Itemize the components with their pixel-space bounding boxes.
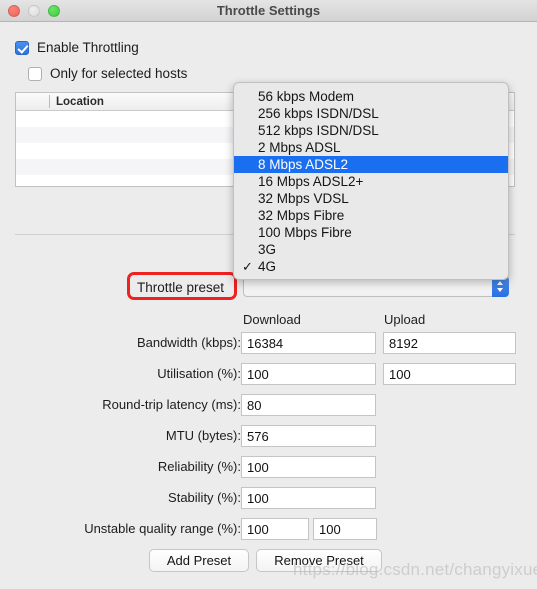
- only-selected-hosts-label: Only for selected hosts: [50, 66, 188, 81]
- checkbox-box-icon: [15, 40, 29, 55]
- preset-menu-item-label: 32 Mbps Fibre: [258, 208, 345, 223]
- latency-input[interactable]: [241, 394, 376, 416]
- preset-menu-item[interactable]: 512 kbps ISDN/DSL: [234, 122, 508, 139]
- preset-menu-item[interactable]: 256 kbps ISDN/DSL: [234, 105, 508, 122]
- mtu-input[interactable]: [241, 425, 376, 447]
- preset-menu-item-label: 100 Mbps Fibre: [258, 225, 352, 240]
- preset-menu-item-label: 8 Mbps ADSL2: [258, 157, 349, 172]
- window-title: Throttle Settings: [216, 3, 321, 18]
- column-header-upload: Upload: [384, 312, 426, 327]
- enable-throttling-label: Enable Throttling: [37, 40, 139, 55]
- preset-menu-item[interactable]: ✓ 4G: [234, 258, 508, 275]
- preset-menu-item[interactable]: 100 Mbps Fibre: [234, 224, 508, 241]
- utilisation-row: Utilisation (%):: [0, 363, 537, 387]
- utilisation-upload-input[interactable]: [383, 363, 516, 385]
- unstable-min-input[interactable]: [241, 518, 309, 540]
- preset-menu-item-label: 32 Mbps VDSL: [258, 191, 349, 206]
- unstable-max-input[interactable]: [313, 518, 377, 540]
- preset-menu-item[interactable]: 2 Mbps ADSL: [234, 139, 508, 156]
- only-selected-hosts-checkbox[interactable]: Only for selected hosts: [28, 66, 187, 81]
- unstable-quality-range-label: Unstable quality range (%):: [84, 521, 241, 536]
- preset-menu-item-label: 16 Mbps ADSL2+: [258, 174, 364, 189]
- stability-input[interactable]: [241, 487, 376, 509]
- latency-row: Round-trip latency (ms):: [0, 394, 537, 418]
- bandwidth-upload-input[interactable]: [383, 332, 516, 354]
- unstable-quality-range-row: Unstable quality range (%):: [0, 518, 537, 542]
- window-titlebar: Throttle Settings: [0, 0, 537, 22]
- checkmark-icon: ✓: [242, 259, 253, 274]
- latency-label: Round-trip latency (ms):: [102, 397, 241, 412]
- preset-menu-item-label: 256 kbps ISDN/DSL: [258, 106, 379, 121]
- bandwidth-row: Bandwidth (kbps):: [0, 332, 537, 356]
- stability-label: Stability (%):: [168, 490, 241, 505]
- checkbox-box-icon: [28, 66, 42, 81]
- preset-menu-item[interactable]: 32 Mbps Fibre: [234, 207, 508, 224]
- reliability-row: Reliability (%):: [0, 456, 537, 480]
- add-preset-button[interactable]: Add Preset: [149, 549, 249, 572]
- preset-menu-item-label: 3G: [258, 242, 277, 257]
- utilisation-label: Utilisation (%):: [157, 366, 241, 381]
- throttle-preset-label: Throttle preset: [137, 280, 225, 295]
- preset-menu-item[interactable]: 56 kbps Modem: [234, 88, 508, 105]
- mtu-row: MTU (bytes):: [0, 425, 537, 449]
- preset-menu-item-label: 2 Mbps ADSL: [258, 140, 341, 155]
- bandwidth-download-input[interactable]: [241, 332, 376, 354]
- column-header-download: Download: [243, 312, 301, 327]
- throttle-preset-dropdown-menu[interactable]: 56 kbps Modem 256 kbps ISDN/DSL 512 kbps I…: [233, 82, 509, 280]
- stability-row: Stability (%):: [0, 487, 537, 511]
- utilisation-download-input[interactable]: [241, 363, 376, 385]
- preset-menu-item-label: 4G: [258, 259, 277, 274]
- preset-menu-item[interactable]: 8 Mbps ADSL2: [234, 156, 508, 173]
- preset-menu-item-label: 56 kbps Modem: [258, 89, 355, 104]
- preset-menu-item[interactable]: 3G: [234, 241, 508, 258]
- preset-menu-item[interactable]: 32 Mbps VDSL: [234, 190, 508, 207]
- throttle-settings-window: Throttle Settings Enable Throttling Only…: [0, 0, 537, 589]
- column-header-location: Location: [56, 95, 104, 108]
- reliability-input[interactable]: [241, 456, 376, 478]
- enable-throttling-checkbox[interactable]: Enable Throttling: [15, 40, 139, 55]
- bandwidth-label: Bandwidth (kbps):: [136, 335, 241, 350]
- preset-menu-item-label: 512 kbps ISDN/DSL: [258, 123, 379, 138]
- remove-preset-button[interactable]: Remove Preset: [256, 549, 382, 572]
- preset-menu-item[interactable]: 16 Mbps ADSL2+: [234, 173, 508, 190]
- mtu-label: MTU (bytes):: [165, 428, 241, 443]
- reliability-label: Reliability (%):: [157, 459, 241, 474]
